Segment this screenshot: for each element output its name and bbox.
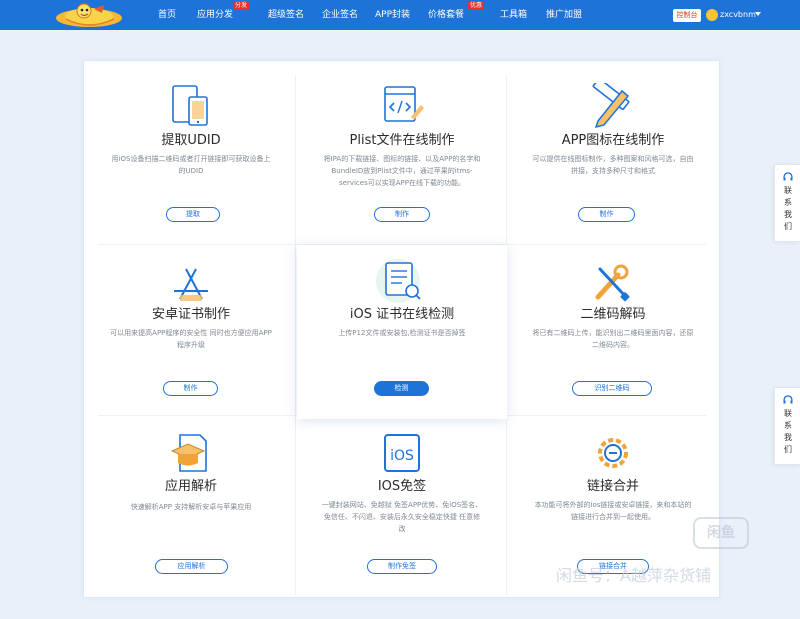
tool-title: APP图标在线制作 [561, 133, 665, 148]
tool-title: 提取UDID [161, 133, 221, 148]
tool-description: 用iOS设备扫描二维码或者打开链接即可获取设备上的UDID [111, 155, 271, 175]
tool-title: 应用解析 [164, 479, 217, 494]
nav-app-wrap[interactable]: APP封装 [375, 9, 410, 21]
console-button[interactable]: 控制台 [673, 9, 701, 22]
ios-badge-icon: iOS [384, 434, 420, 472]
qr-decode-button[interactable]: 识别二维码 [572, 381, 652, 396]
app-store-icon [174, 268, 208, 301]
watermark-logo: 闲鱼 [693, 517, 749, 549]
tool-description: 上传P12文件或安装包,检测证书是否掉签 [338, 329, 466, 337]
pencil-ruler-icon [592, 83, 630, 129]
contact-us-label: 联系我们 [784, 409, 792, 454]
tool-title: 安卓证书制作 [151, 307, 230, 322]
headset-icon [783, 172, 793, 181]
ios-free-sign-button[interactable]: 制作免签 [367, 559, 437, 574]
wrench-screwdriver-icon [595, 264, 630, 302]
devices-icon [172, 85, 208, 126]
tool-title: iOS 证书在线检测 [349, 307, 455, 322]
cartoon-mascot-logo[interactable] [54, 1, 124, 29]
nav-affiliate[interactable]: 推广加盟 [546, 9, 582, 21]
ios-cert-check-button[interactable]: 检测 [374, 381, 429, 396]
nav-pricing[interactable]: 价格套餐 [428, 9, 464, 21]
tool-card-app-parse: 应用解析 快速解析APP 支持解析安卓与苹果应用 应用解析 [86, 417, 296, 587]
tool-title: 链接合并 [586, 479, 639, 494]
tool-card-ios-free-sign: iOS IOS免签 一键封装网站、免越狱 免签APP优势、免iOS签名、免信任、… [297, 417, 507, 587]
app-icon-make-button[interactable]: 制作 [578, 207, 635, 222]
gear-link-icon [598, 438, 628, 468]
contact-us-float[interactable]: 联系我们 [774, 387, 800, 465]
nav-toolbox[interactable]: 工具箱 [500, 9, 527, 21]
tool-description: 可以用来提高APP程序的安全性 同时也方便应用APP程序升级 [110, 329, 272, 349]
tool-card-extract-udid: 提取UDID 用iOS设备扫描二维码或者打开链接即可获取设备上的UDID 提取 [86, 73, 296, 243]
document-check-icon [376, 259, 421, 303]
svg-text:iOS: iOS [390, 448, 414, 464]
tool-card-link-merge: 链接合并 本功能可将外部的ios链接或安卓链接，来和本站的链接进行合并到一起使用… [508, 417, 718, 587]
tool-description: 将IPA的下载链接、图标的链接、以及APP的名字和BundleID放到Plist… [323, 155, 481, 187]
graduation-doc-icon [170, 434, 207, 472]
nav-app-distribution[interactable]: 应用分发 [197, 9, 233, 21]
tool-description: 一键封装网站、免越狱 免签APP优势、免iOS签名、免信任、不闪退、安装后永久安… [321, 501, 483, 533]
username[interactable]: zxcvbnm [720, 9, 756, 21]
tool-card-app-icon: APP图标在线制作 可以提供在线图标制作，多种图案和风格可选，自由拼接，支持多种… [508, 73, 718, 243]
android-cert-make-button[interactable]: 制作 [163, 381, 218, 396]
tool-card-ios-cert-check: iOS 证书在线检测 上传P12文件或安装包,检测证书是否掉签 检测 [297, 245, 507, 419]
contact-us-float[interactable]: 联系我们 [774, 164, 800, 242]
tool-description: 将已有二维码上传，能识别出二维码里面内容，还原二维码内容。 [532, 329, 694, 349]
tools-panel: 提取UDID 用iOS设备扫描二维码或者打开链接即可获取设备上的UDID 提取 … [83, 60, 720, 598]
avatar[interactable] [706, 9, 718, 21]
tool-title: IOS免签 [377, 479, 427, 494]
nav-badge-distribution: 分发 [233, 2, 250, 10]
tool-card-qr-decode: 二维码解码 将已有二维码上传，能识别出二维码里面内容，还原二维码内容。 识别二维… [508, 245, 718, 415]
app-parse-button[interactable]: 应用解析 [155, 559, 228, 574]
contact-us-label: 联系我们 [784, 186, 792, 231]
top-nav-bar: 首页 应用分发 分发 超级签名 企业签名 APP封装 价格套餐 优惠 工具箱 推… [0, 0, 800, 30]
tool-description: 本功能可将外部的ios链接或安卓链接，来和本站的链接进行合并到一起使用。 [534, 501, 692, 521]
tool-card-android-cert: 安卓证书制作 可以用来提高APP程序的安全性 同时也方便应用APP程序升级 制作 [86, 245, 296, 415]
nav-enterprise-signature[interactable]: 企业签名 [322, 9, 358, 21]
tool-description: 可以提供在线图标制作，多种图案和风格可选，自由拼接，支持多种尺寸和格式 [532, 155, 694, 175]
chevron-down-icon[interactable] [755, 12, 761, 16]
tool-title: 二维码解码 [580, 307, 646, 322]
code-window-icon [384, 86, 424, 122]
plist-make-button[interactable]: 制作 [374, 207, 430, 222]
watermark-text: 闲鱼号：A越萍杂货铺 [556, 566, 711, 585]
nav-home[interactable]: 首页 [158, 9, 176, 21]
tool-description: 快速解析APP 支持解析安卓与苹果应用 [130, 503, 252, 511]
tool-title: Plist文件在线制作 [349, 133, 455, 148]
tool-card-plist: Plist文件在线制作 将IPA的下载链接、图标的链接、以及APP的名字和Bun… [297, 73, 507, 243]
nav-super-signature[interactable]: 超级签名 [268, 9, 304, 21]
headset-icon [783, 395, 793, 404]
extract-udid-button[interactable]: 提取 [166, 207, 220, 222]
nav-badge-pricing: 优惠 [468, 2, 485, 10]
